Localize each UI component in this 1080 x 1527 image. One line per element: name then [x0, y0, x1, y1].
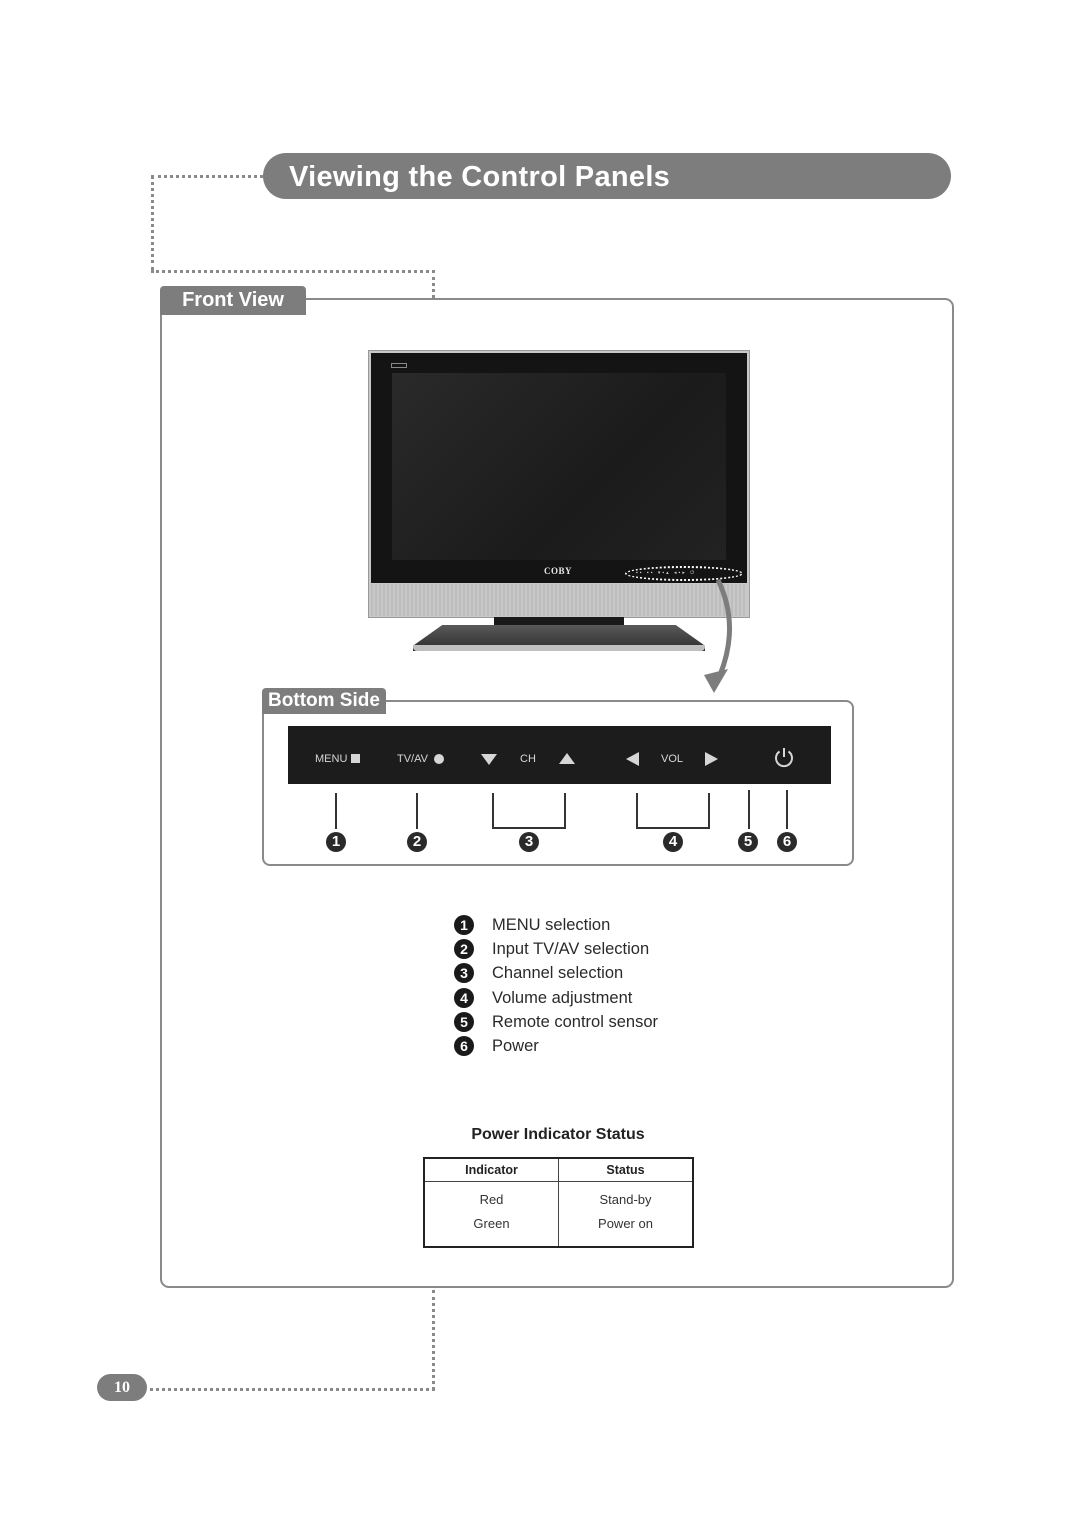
legend-item: 5 Remote control sensor	[454, 1010, 658, 1034]
callout-number: 5	[738, 832, 758, 852]
indicator-value: Green	[473, 1216, 510, 1231]
tv-stand-edge	[413, 645, 705, 651]
tv-screen	[392, 373, 726, 560]
front-view-tab: Front View	[160, 286, 306, 315]
callout-number: 1	[326, 832, 346, 852]
leader-line	[636, 827, 710, 829]
legend-number: 3	[454, 963, 474, 983]
tv-badge	[391, 363, 407, 368]
leader-line	[564, 793, 566, 829]
legend-text: Input TV/AV selection	[492, 939, 650, 958]
legend-item: 6 Power	[454, 1034, 539, 1058]
curved-arrow-icon	[704, 578, 733, 693]
table-row: Red Green Stand-by Power on	[424, 1181, 694, 1248]
connector-line	[151, 175, 263, 178]
power-icon	[775, 748, 793, 768]
menu-label: MENU	[315, 753, 348, 765]
leader-line	[748, 790, 750, 829]
triangle-up-icon	[559, 753, 575, 764]
legend-text: MENU selection	[492, 915, 611, 934]
legend-item: 1 MENU selection	[454, 913, 610, 937]
legend-number: 6	[454, 1036, 474, 1056]
leader-line	[335, 793, 337, 829]
legend-text: Remote control sensor	[492, 1012, 658, 1031]
indicator-cell: Red Green	[424, 1181, 559, 1247]
leader-line	[492, 793, 494, 829]
callout-number: 6	[777, 832, 797, 852]
ch-label: CH	[520, 753, 536, 765]
indicator-value: Red	[479, 1192, 504, 1207]
legend-number: 2	[454, 939, 474, 959]
square-icon	[351, 754, 360, 763]
legend-item: 2 Input TV/AV selection	[454, 937, 649, 961]
legend-item: 3 Channel selection	[454, 961, 623, 985]
callout-number: 3	[519, 832, 539, 852]
legend-number: 1	[454, 915, 474, 935]
status-value: Power on	[598, 1216, 653, 1231]
status-value: Stand-by	[599, 1192, 652, 1207]
leader-line	[636, 793, 638, 829]
legend-number: 4	[454, 988, 474, 1008]
triangle-right-icon	[705, 752, 718, 766]
legend-number: 5	[454, 1012, 474, 1032]
leader-line	[492, 827, 566, 829]
tvav-label: TV/AV	[397, 753, 428, 765]
triangle-left-icon	[626, 752, 639, 766]
tv-brand-logo: COBY	[543, 566, 572, 576]
connector-line	[151, 270, 435, 273]
connector-line	[432, 270, 435, 298]
table-header-row: Indicator Status	[424, 1158, 693, 1182]
control-panel: MENU TV/AV CH VOL	[288, 726, 831, 784]
bottom-side-tab: Bottom Side	[262, 688, 386, 714]
circle-icon	[434, 754, 444, 764]
connector-line	[432, 1290, 435, 1390]
power-indicator-table: Indicator Status Red Green Stand-by Powe…	[423, 1157, 694, 1248]
connector-line	[151, 175, 154, 271]
legend-text: Volume adjustment	[492, 988, 633, 1007]
triangle-down-icon	[481, 754, 497, 765]
legend-text: Channel selection	[492, 963, 624, 982]
legend-text: Power	[492, 1036, 539, 1055]
vol-label: VOL	[661, 753, 684, 765]
page-number: 10	[97, 1374, 147, 1401]
leader-line	[416, 793, 418, 829]
connector-line	[150, 1388, 435, 1391]
column-header: Indicator	[424, 1158, 559, 1182]
callout-number: 4	[663, 832, 683, 852]
power-indicator-title: Power Indicator Status	[471, 1126, 645, 1143]
legend-item: 4 Volume adjustment	[454, 986, 632, 1010]
leader-line	[786, 790, 788, 829]
column-header: Status	[558, 1158, 693, 1182]
callout-number: 2	[407, 832, 427, 852]
leader-line	[708, 793, 710, 829]
page-title: Viewing the Control Panels	[289, 161, 671, 193]
status-cell: Stand-by Power on	[559, 1182, 694, 1248]
